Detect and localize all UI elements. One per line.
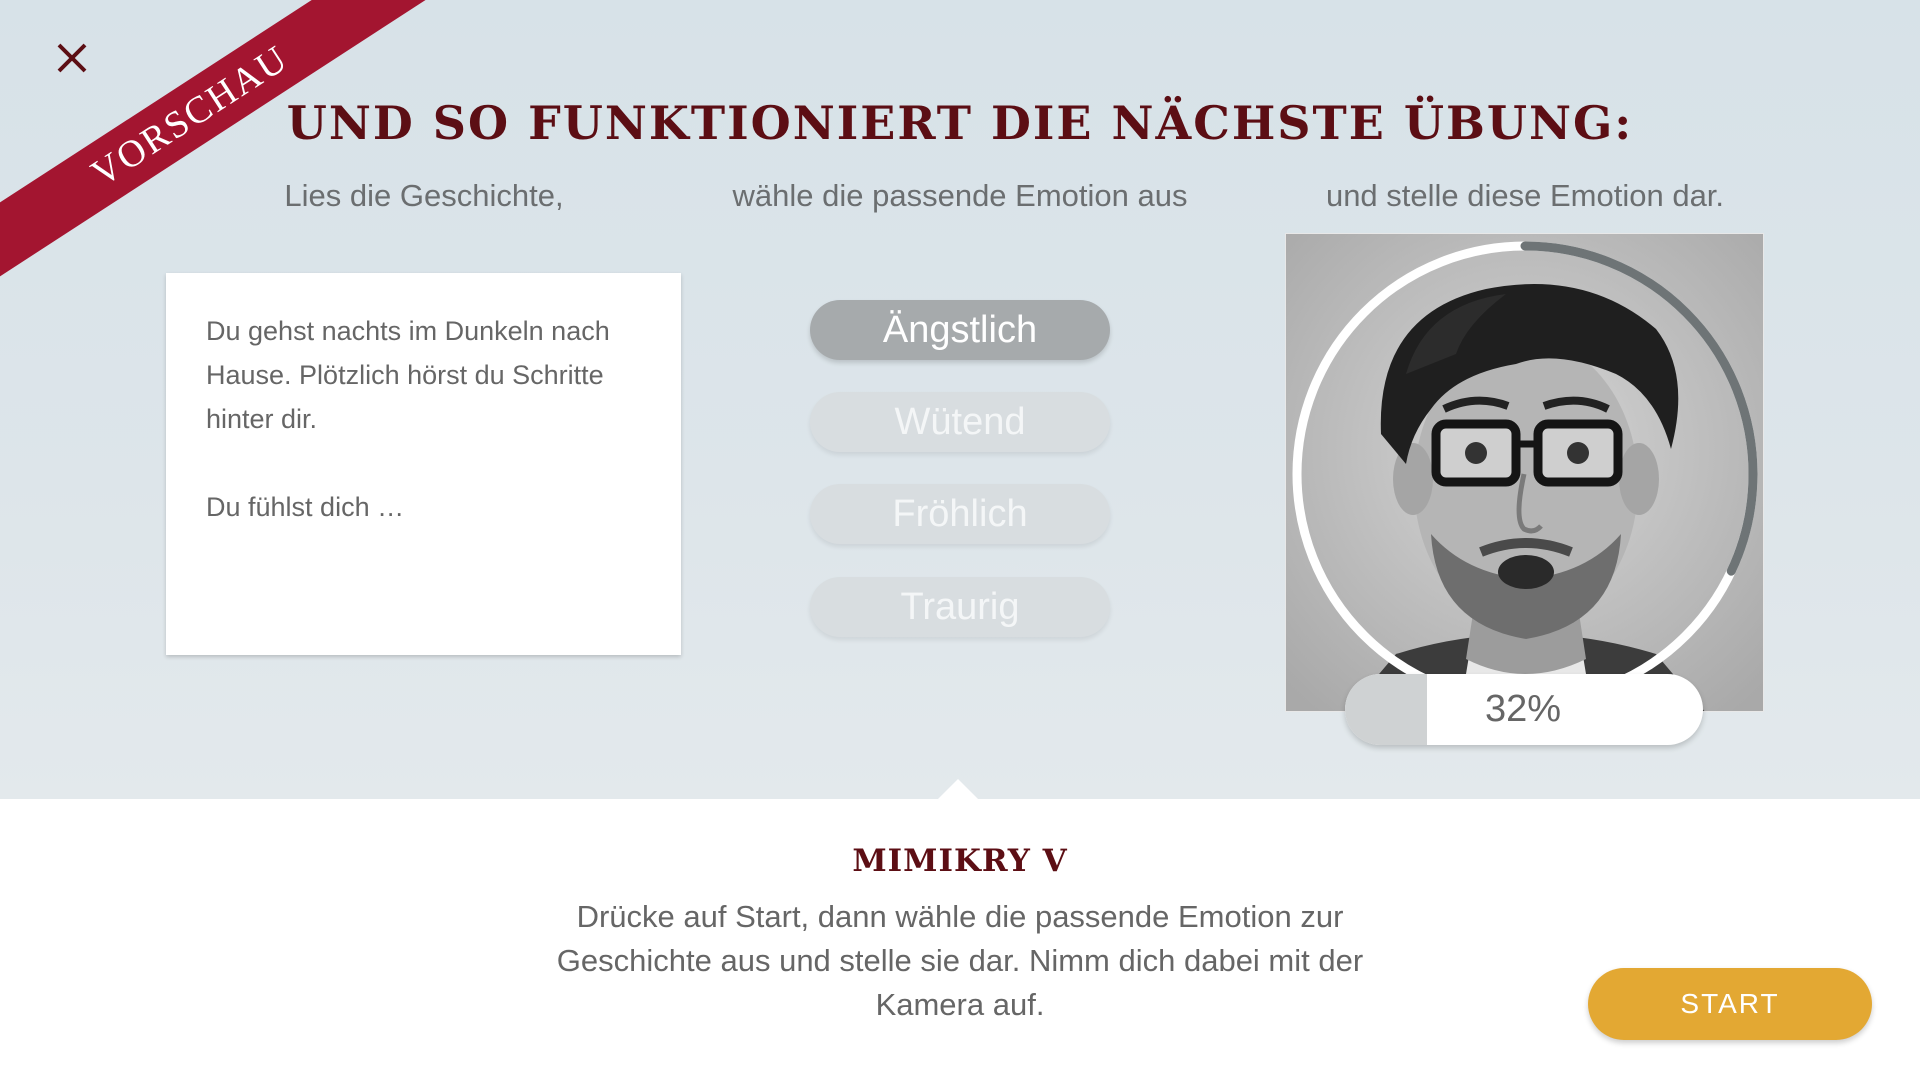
- page-title: UND SO FUNKTIONIERT DIE NÄCHSTE ÜBUNG:: [286, 96, 1634, 150]
- step-read-label: Lies die Geschichte,: [284, 178, 564, 213]
- exercise-title: MIMIKRY V: [852, 843, 1068, 879]
- story-card: Du gehst nachts im Dunkeln nach Hause. P…: [166, 273, 681, 655]
- story-prompt: Du fühlst dich …: [206, 492, 405, 522]
- emotion-option-traurig[interactable]: Traurig: [810, 577, 1110, 637]
- close-button[interactable]: [50, 36, 94, 80]
- close-icon: [57, 43, 87, 73]
- emotion-label: Ängstlich: [882, 308, 1038, 351]
- progress-indicator: 32%: [1345, 674, 1703, 745]
- story-text: Du gehst nachts im Dunkeln nach Hause. P…: [206, 316, 610, 434]
- panel-notch: [933, 778, 983, 799]
- exercise-description: Drücke auf Start, dann wähle die passend…: [556, 899, 1364, 1022]
- emotion-option-wuetend[interactable]: Wütend: [810, 392, 1110, 452]
- exercise-panel: MIMIKRY V Drücke auf Start, dann wähle d…: [0, 799, 1920, 1080]
- progress-fill: [1345, 674, 1428, 745]
- emotion-option-aengstlich[interactable]: Ängstlich: [810, 300, 1110, 360]
- emotion-label: Fröhlich: [892, 492, 1028, 535]
- camera-preview: [1285, 233, 1764, 712]
- step-act-label: und stelle diese Emotion dar.: [1325, 178, 1725, 213]
- emotion-label: Wütend: [894, 400, 1026, 443]
- preview-area: VORSCHAU UND SO FUNKTIONIERT DIE NÄCHSTE…: [0, 0, 1920, 799]
- progress-label: 32%: [1485, 688, 1562, 730]
- step-choose-label: wähle die passende Emotion aus: [732, 178, 1188, 213]
- start-button-label: START: [1680, 988, 1780, 1019]
- emotion-option-froehlich[interactable]: Fröhlich: [810, 484, 1110, 544]
- emotion-label: Traurig: [900, 585, 1020, 628]
- face-photo: [1286, 234, 1763, 711]
- start-button[interactable]: START: [1588, 968, 1872, 1040]
